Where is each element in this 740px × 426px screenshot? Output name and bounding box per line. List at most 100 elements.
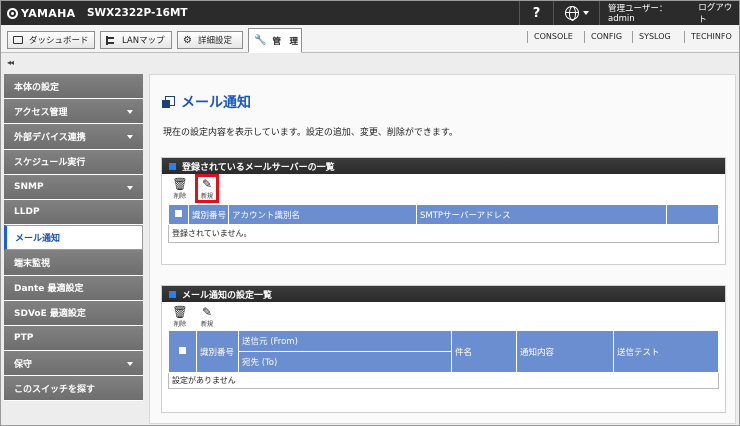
column-header[interactable]: 通知内容 xyxy=(516,330,614,373)
sidebar-item-label: アクセス管理 xyxy=(14,107,68,118)
column-header[interactable]: アカウント識別名 xyxy=(228,204,417,225)
mail-server-table: 識別番号 アカウント識別名 SMTPサーバーアドレス 登録されていません。 xyxy=(168,204,719,243)
chevron-down-icon xyxy=(582,11,589,15)
new-server-button[interactable]: ✎ 新規 xyxy=(195,174,219,203)
app-window: YAMAHA SWX2322P-16MT ? 管理ユーザー：admin ログアウ… xyxy=(0,0,740,426)
page-title: メール通知 xyxy=(162,92,251,112)
sidebar-item-find-switch[interactable]: このスイッチを探す xyxy=(4,376,143,402)
sidebar-collapse-button[interactable]: ◂◂ xyxy=(7,58,14,67)
select-all-checkbox[interactable] xyxy=(179,346,186,354)
tab-label: 管 理 xyxy=(272,36,298,47)
server-toolbar: 🗑 削除 ✎ 新規 xyxy=(162,174,725,204)
tab-lan-map[interactable]: LANマップ xyxy=(100,31,172,49)
mail-setting-table: 識別番号 送信元 (From) 件名 通知内容 送信テスト 宛先 (To) 設定… xyxy=(168,330,719,389)
sidebar-item-maintenance[interactable]: 保守 xyxy=(4,351,143,377)
tab-management[interactable]: 🔧 管 理 xyxy=(248,28,302,53)
edit-icon: ✎ xyxy=(201,305,213,319)
panel-header: メール通知の設定一覧 xyxy=(162,286,725,302)
new-label: 新規 xyxy=(200,321,213,328)
globe-icon xyxy=(564,6,579,21)
column-header[interactable]: 件名 xyxy=(451,330,517,373)
sidebar-item-schedule[interactable]: スケジュール実行 xyxy=(4,149,143,175)
config-link[interactable]: CONFIG xyxy=(584,31,622,43)
sidebar-item-label: スケジュール実行 xyxy=(14,158,86,169)
select-all-header xyxy=(168,204,189,225)
sidebar-item-snmp[interactable]: SNMP xyxy=(4,174,143,200)
lan-map-icon xyxy=(106,35,116,45)
tab-detail-settings[interactable]: ⚙ 詳細設定 xyxy=(177,31,243,49)
tab-bar: ダッシュボード LANマップ ⚙ 詳細設定 🔧 管 理 CONSOLE CONF… xyxy=(1,25,739,53)
page-title-icon xyxy=(162,96,175,108)
logout-link[interactable]: ログアウト xyxy=(698,1,739,25)
chevron-down-icon xyxy=(127,110,133,115)
yamaha-logo: YAMAHA xyxy=(7,6,75,20)
delete-setting-button[interactable]: 🗑 削除 xyxy=(170,305,190,328)
new-setting-button[interactable]: ✎ 新規 xyxy=(197,305,217,328)
trash-icon: 🗑 xyxy=(172,305,188,319)
top-bar: YAMAHA SWX2322P-16MT ? 管理ユーザー：admin ログアウ… xyxy=(1,1,739,25)
yamaha-emblem-icon xyxy=(7,7,18,19)
sidebar-item-ptp[interactable]: PTP xyxy=(4,325,143,352)
user-label: 管理ユーザー：admin xyxy=(608,4,668,24)
new-label: 新規 xyxy=(200,193,213,200)
empty-message: 登録されていません。 xyxy=(168,224,719,243)
sidebar-item-dante[interactable]: Dante 最適設定 xyxy=(4,275,143,301)
page-description: 現在の設定内容を表示しています。設定の追加、変更、削除ができます。 xyxy=(163,128,458,138)
sidebar-item-label: メール通知 xyxy=(15,234,61,245)
sidebar-item-access-management[interactable]: アクセス管理 xyxy=(4,99,143,125)
column-header-blank xyxy=(666,204,719,225)
column-header[interactable]: SMTPサーバーアドレス xyxy=(416,204,667,225)
sidebar-item-external-device[interactable]: 外部デバイス連携 xyxy=(4,124,143,150)
column-header[interactable]: 識別番号 xyxy=(188,204,229,225)
empty-message: 設定がありません xyxy=(168,372,719,389)
tab-label: 詳細設定 xyxy=(197,36,232,46)
sidebar-item-label: このスイッチを探す xyxy=(14,384,96,395)
sidebar-item-label: 外部デバイス連携 xyxy=(14,132,86,143)
dashboard-icon xyxy=(13,36,23,44)
sidebar-item-mail-notification[interactable]: メール通知 xyxy=(4,225,143,251)
sidebar-item-lldp[interactable]: LLDP xyxy=(4,199,143,226)
panel-title: メール通知の設定一覧 xyxy=(182,290,273,301)
sidebar-item-sdvoe[interactable]: SDVoE 最適設定 xyxy=(4,300,143,326)
panel-marker-icon xyxy=(169,162,176,170)
column-header[interactable]: 送信元 (From) xyxy=(238,330,452,352)
tab-dashboard[interactable]: ダッシュボード xyxy=(7,31,95,49)
techinfo-link[interactable]: TECHINFO xyxy=(684,31,732,43)
console-link[interactable]: CONSOLE xyxy=(527,31,573,43)
sidebar-item-terminal-monitor[interactable]: 端末監視 xyxy=(4,250,143,276)
sidebar-item-label: 保守 xyxy=(14,359,33,370)
column-header[interactable]: 送信テスト xyxy=(613,330,719,373)
select-all-checkbox[interactable] xyxy=(175,209,182,217)
table-header-row: 識別番号 アカウント識別名 SMTPサーバーアドレス xyxy=(168,204,719,225)
mail-setting-panel: メール通知の設定一覧 🗑 削除 ✎ 新規 識別番号 送信元 (From) 件名 xyxy=(161,285,726,413)
setting-toolbar: 🗑 削除 ✎ 新規 xyxy=(162,302,725,330)
delete-label: 削除 xyxy=(173,193,186,200)
table-header-row: 識別番号 送信元 (From) 件名 通知内容 送信テスト xyxy=(168,330,719,373)
model-name: SWX2322P-16MT xyxy=(87,7,188,19)
panel-header: 登録されているメールサーバーの一覧 xyxy=(162,158,725,174)
select-all-header xyxy=(168,330,197,373)
panel-marker-icon xyxy=(169,290,176,298)
user-area: 管理ユーザー：admin ログアウト xyxy=(599,1,739,25)
delete-label: 削除 xyxy=(173,321,186,328)
syslog-link[interactable]: SYSLOG xyxy=(632,31,671,43)
sidebar-item-device-settings[interactable]: 本体の設定 xyxy=(4,74,143,100)
chevron-down-icon xyxy=(127,135,133,140)
chevron-down-icon xyxy=(127,362,133,367)
help-icon: ? xyxy=(532,5,541,21)
panel-title: 登録されているメールサーバーの一覧 xyxy=(182,162,335,173)
sidebar-item-label: SNMP xyxy=(14,181,44,192)
column-header[interactable]: 宛先 (To) xyxy=(238,351,452,373)
sidebar-item-label: 本体の設定 xyxy=(14,82,60,93)
trash-icon: 🗑 xyxy=(172,177,188,191)
column-header[interactable]: 識別番号 xyxy=(196,330,239,373)
help-button[interactable]: ? xyxy=(519,1,553,25)
edit-icon: ✎ xyxy=(201,177,213,191)
delete-server-button[interactable]: 🗑 削除 xyxy=(170,177,190,200)
language-menu-button[interactable] xyxy=(553,1,599,25)
main-content: メール通知 現在の設定内容を表示しています。設定の追加、変更、削除ができます。 … xyxy=(149,74,736,424)
mail-server-panel: 登録されているメールサーバーの一覧 🗑 削除 ✎ 新規 識別番号 アカウント識別… xyxy=(161,157,726,265)
sidebar-item-label: PTP xyxy=(14,332,34,343)
table-row: 登録されていません。 xyxy=(168,224,719,243)
sidebar-item-label: LLDP xyxy=(14,207,40,218)
